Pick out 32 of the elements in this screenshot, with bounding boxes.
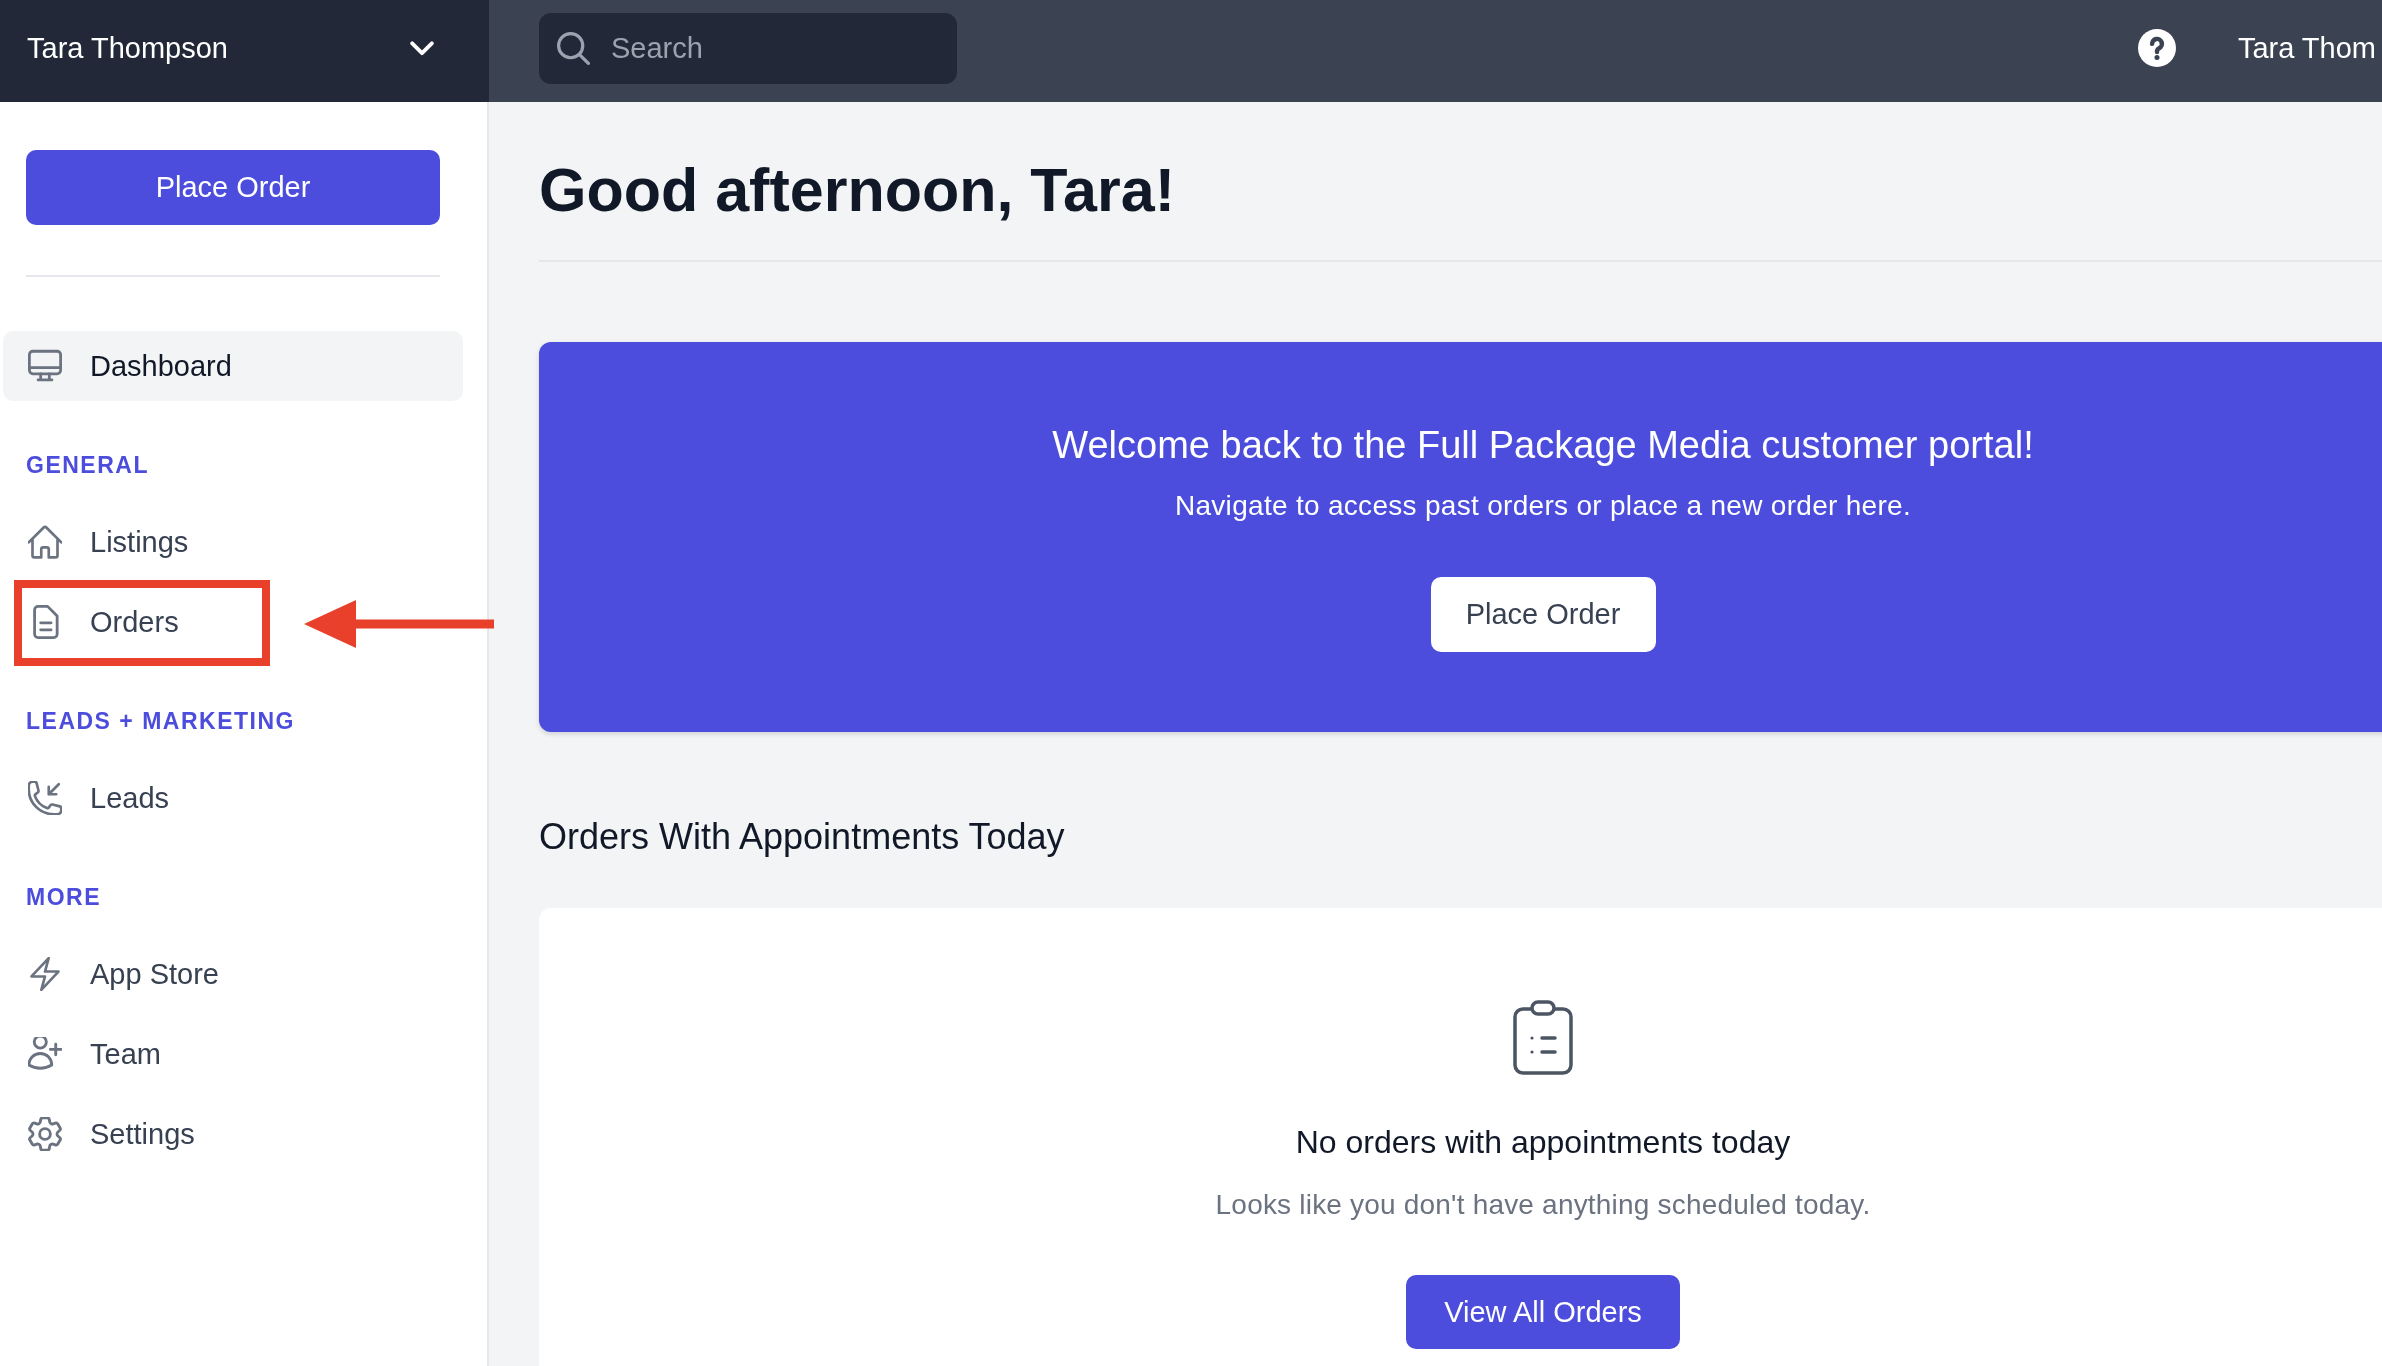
- empty-state-title: No orders with appointments today: [1295, 1123, 1791, 1162]
- place-order-button[interactable]: Place Order: [1430, 577, 1656, 652]
- settings-icon: [28, 1117, 62, 1151]
- user-menu-button[interactable]: Tara Thom: [2237, 31, 2376, 65]
- section-heading: Orders With Appointments Today: [539, 815, 1065, 859]
- nav-item[interactable]: Settings: [3, 1099, 463, 1169]
- search-icon: [557, 31, 590, 65]
- section-label: LEADS + MARKETING: [26, 707, 295, 736]
- phone-icon: [28, 781, 62, 815]
- help-icon[interactable]: [2137, 29, 2176, 67]
- clipboard-icon: [1513, 1000, 1573, 1075]
- chevron-down-icon: [410, 40, 434, 56]
- banner-subtitle: Navigate to access past orders or place a new order here.: [1174, 489, 1912, 523]
- search-field[interactable]: Search: [539, 12, 957, 84]
- nav-item[interactable]: App Store: [3, 939, 463, 1009]
- nav-item[interactable]: Listings: [3, 507, 463, 577]
- account-dropdown[interactable]: Tara Thompson: [0, 0, 489, 102]
- section-label: MORE: [26, 883, 101, 912]
- place-order-button[interactable]: Place Order: [26, 150, 440, 225]
- nav-item[interactable]: Orders: [3, 587, 463, 657]
- view-all-orders-button[interactable]: View All Orders: [1406, 1275, 1680, 1349]
- nav-item[interactable]: Team: [3, 1019, 463, 1089]
- empty-state-message: Looks like you don't have anything scheduled today.: [1215, 1188, 1871, 1222]
- section-label: GENERAL: [26, 451, 149, 480]
- house-icon: [28, 525, 62, 559]
- greeting-heading: Good afternoon, Tara!: [539, 155, 1175, 226]
- nav-item[interactable]: Dashboard: [3, 331, 463, 401]
- monitor-icon: [28, 349, 62, 383]
- lightning-icon: [28, 957, 62, 991]
- user-plus-icon: [28, 1037, 62, 1071]
- nav-item[interactable]: Leads: [3, 763, 463, 833]
- banner-title: Welcome back to the Full Package Media customer portal!: [1052, 423, 2034, 468]
